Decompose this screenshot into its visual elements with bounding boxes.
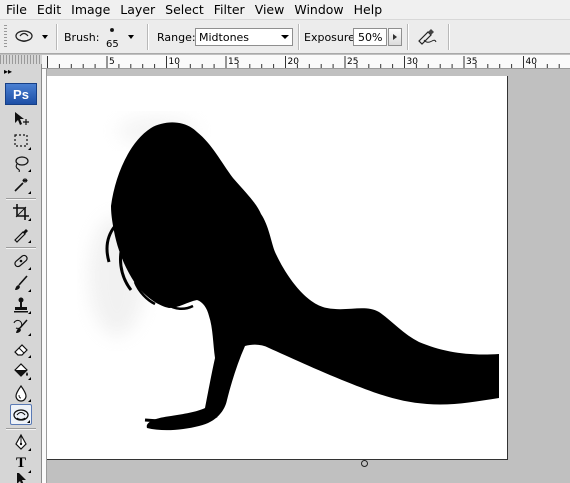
options-grip xyxy=(4,20,7,54)
magic-wand-tool[interactable] xyxy=(10,174,32,195)
chevron-down-icon xyxy=(281,35,289,39)
paint-bucket-tool[interactable] xyxy=(10,360,32,381)
menu-bar: File Edit Image Layer Select Filter View… xyxy=(0,0,570,20)
exposure-label: Exposure: xyxy=(304,30,359,44)
divider xyxy=(298,24,300,50)
range-label: Range: xyxy=(157,30,196,44)
clone-stamp-tool[interactable] xyxy=(10,294,32,315)
ruler-label: 35 xyxy=(466,57,477,67)
tool-preset-picker[interactable] xyxy=(14,20,48,54)
airbrush-icon xyxy=(416,26,438,49)
divider xyxy=(147,24,149,50)
divider xyxy=(56,24,58,50)
brush-tip-icon xyxy=(110,28,114,32)
eyedropper-tool[interactable] xyxy=(10,223,32,244)
toolbox-divider xyxy=(6,428,36,430)
toolbox-collapse[interactable]: ▸▸ xyxy=(4,67,38,77)
move-tool[interactable] xyxy=(10,108,32,129)
brush-option: Brush: xyxy=(64,20,99,54)
menu-help[interactable]: Help xyxy=(349,0,388,20)
options-bar: Brush: 65 Range: Midtones Exposure: 50% xyxy=(0,20,570,54)
exposure-slider-button[interactable] xyxy=(388,28,402,46)
brush-cursor xyxy=(361,460,368,467)
toolbox-grip[interactable] xyxy=(0,55,42,64)
divider xyxy=(407,24,409,50)
brush-label: Brush: xyxy=(64,30,100,44)
exposure-input[interactable]: 50% xyxy=(353,28,387,46)
brush-size: 65 xyxy=(106,39,119,50)
type-tool[interactable]: T xyxy=(10,453,32,474)
ruler-label: 5 xyxy=(109,57,115,67)
burn-tool-icon xyxy=(14,27,36,48)
path-selection-tool[interactable] xyxy=(10,473,32,483)
ruler-label: 40 xyxy=(526,57,538,67)
menu-select[interactable]: Select xyxy=(160,0,209,20)
history-brush-tool[interactable] xyxy=(10,316,32,337)
menu-image[interactable]: Image xyxy=(66,0,115,20)
menu-filter[interactable]: Filter xyxy=(209,0,250,20)
healing-brush-tool[interactable] xyxy=(10,250,32,271)
range-value: Midtones xyxy=(199,30,250,44)
ruler-label: 10 xyxy=(169,57,181,67)
type-tool-icon: T xyxy=(15,455,26,471)
pen-tool[interactable] xyxy=(10,431,32,452)
exposure-option: Exposure: xyxy=(304,20,359,54)
ruler-label: 15 xyxy=(228,57,239,67)
photoshop-logo[interactable]: Ps xyxy=(5,83,37,105)
lasso-tool[interactable] xyxy=(10,152,32,173)
silhouette-image xyxy=(89,117,499,431)
menu-file[interactable]: File xyxy=(0,0,32,20)
blur-tool[interactable] xyxy=(10,382,32,403)
ruler-ticks: 5 10 15 20 25 30 35 40 xyxy=(47,56,560,68)
toolbox-divider xyxy=(6,198,36,200)
collapse-arrows-icon: ▸▸ xyxy=(4,67,13,76)
move-tool-icon xyxy=(12,110,30,128)
path-selection-icon xyxy=(12,473,30,483)
chevron-down-icon[interactable] xyxy=(128,35,134,39)
marquee-tool[interactable] xyxy=(10,130,32,151)
menu-window[interactable]: Window xyxy=(289,0,348,20)
chevron-right-icon xyxy=(393,34,397,40)
divider xyxy=(448,24,450,50)
toolbox: ▸▸ Ps T xyxy=(0,55,42,483)
menu-view[interactable]: View xyxy=(250,0,290,20)
brush-tool[interactable] xyxy=(10,272,32,293)
eraser-tool[interactable] xyxy=(10,338,32,359)
burn-tool[interactable] xyxy=(10,404,32,425)
document-canvas[interactable] xyxy=(47,76,508,460)
airbrush-toggle[interactable] xyxy=(416,20,438,54)
ruler-label: 30 xyxy=(407,57,419,67)
chevron-down-icon xyxy=(42,35,48,39)
crop-tool[interactable] xyxy=(10,201,32,222)
ruler-label: 25 xyxy=(347,57,358,67)
range-option: Range: xyxy=(157,20,196,54)
brush-picker[interactable]: 65 xyxy=(103,22,125,52)
menu-layer[interactable]: Layer xyxy=(115,0,160,20)
range-select[interactable]: Midtones xyxy=(195,28,293,46)
exposure-value: 50% xyxy=(358,30,383,44)
horizontal-ruler: 5 10 15 20 25 30 35 40 xyxy=(47,55,570,69)
ruler-label: 20 xyxy=(288,57,300,67)
menu-edit[interactable]: Edit xyxy=(32,0,66,20)
toolbox-divider xyxy=(6,247,36,249)
